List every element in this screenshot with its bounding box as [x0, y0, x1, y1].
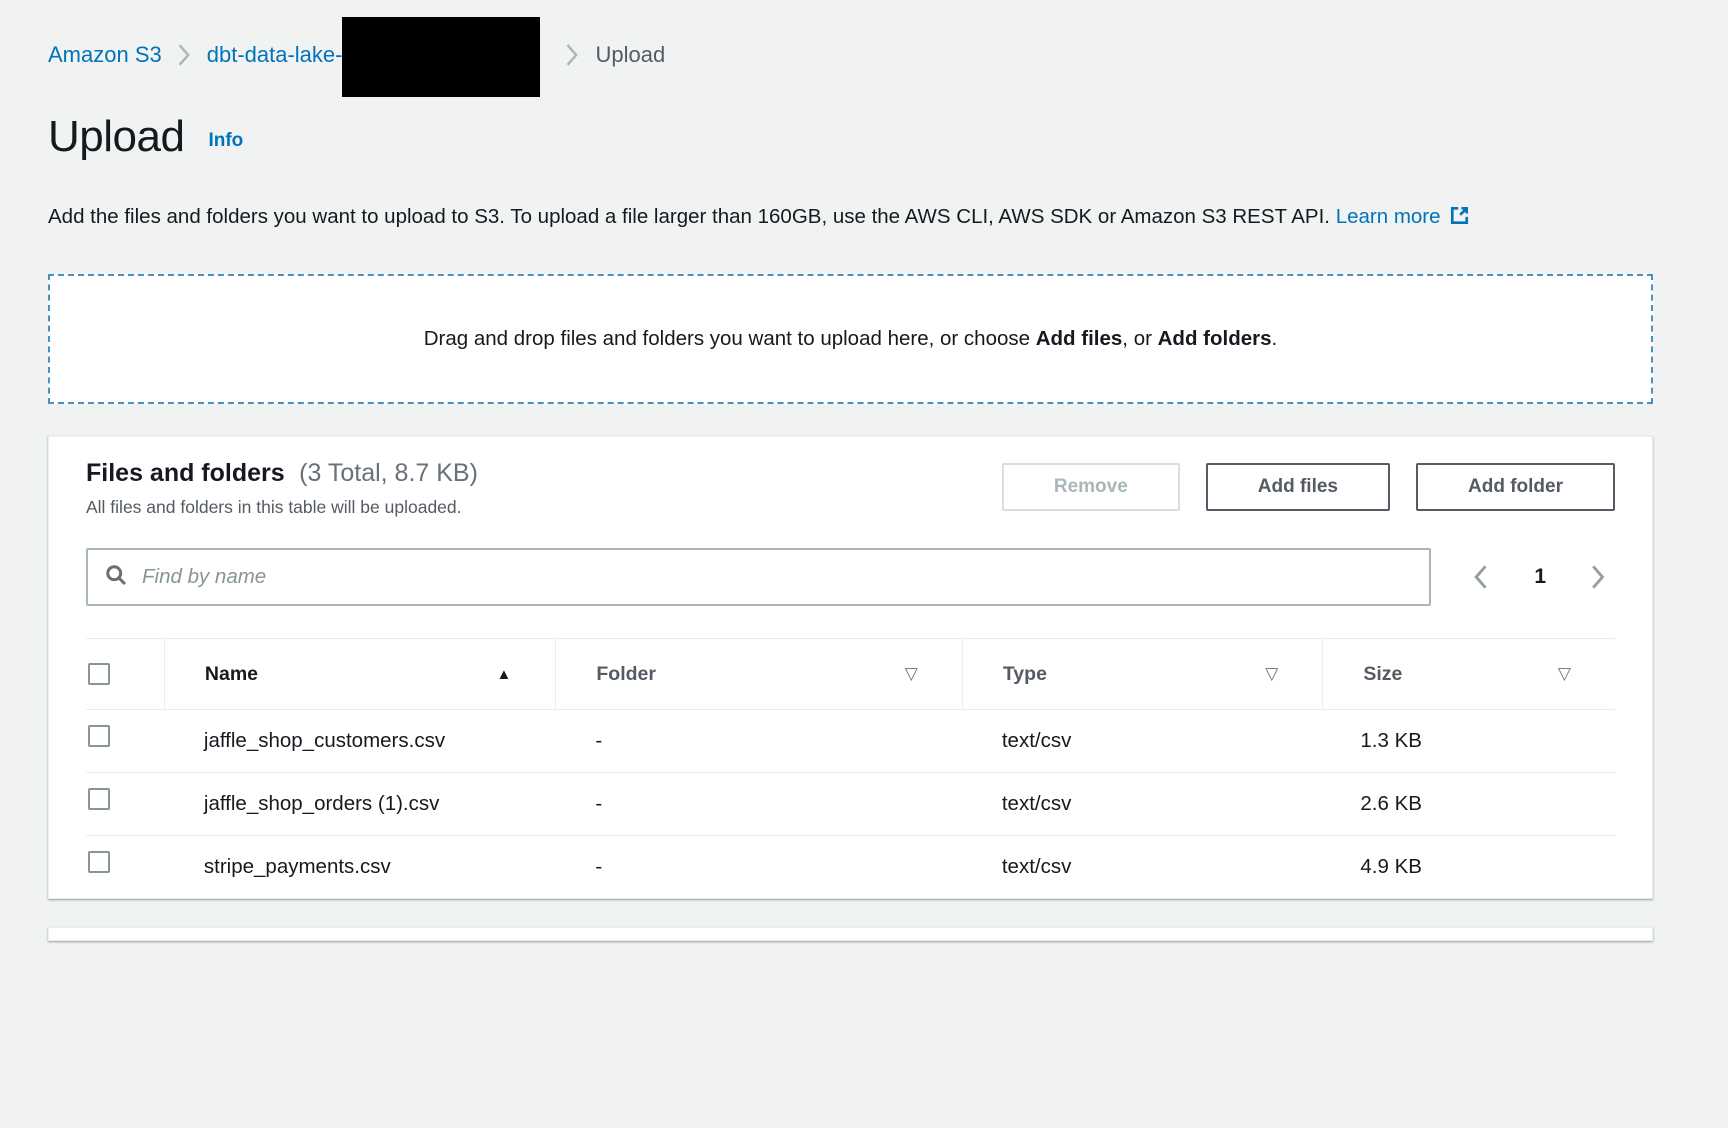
page-title: Upload — [48, 112, 184, 162]
table-body: jaffle_shop_customers.csv - text/csv 1.3… — [86, 710, 1615, 898]
column-header-folder[interactable]: Folder ▽ — [555, 639, 961, 709]
file-name: jaffle_shop_customers.csv — [204, 723, 445, 759]
dropzone-text: Drag and drop files and folders you want… — [424, 327, 1277, 351]
table-row[interactable]: stripe_payments.csv - text/csv 4.9 KB — [86, 836, 1615, 898]
column-header-type[interactable]: Type ▽ — [962, 639, 1323, 709]
select-all-checkbox[interactable] — [88, 663, 110, 685]
learn-more-label: Learn more — [1336, 205, 1441, 228]
row-checkbox[interactable] — [88, 788, 110, 810]
redaction-box — [342, 17, 540, 97]
column-header-size[interactable]: Size ▽ — [1322, 639, 1615, 709]
chevron-right-icon — [566, 44, 579, 66]
file-type: text/csv — [962, 849, 1323, 885]
page-description: Add the files and folders you want to up… — [48, 198, 1500, 238]
chevron-right-icon — [178, 44, 191, 66]
row-checkbox[interactable] — [88, 725, 110, 747]
file-type: text/csv — [962, 723, 1323, 759]
pagination: 1 — [1471, 563, 1615, 591]
pagination-next-icon[interactable] — [1588, 563, 1609, 591]
row-checkbox[interactable] — [88, 851, 110, 873]
search-box — [86, 548, 1431, 606]
files-and-folders-panel: Files and folders (3 Total, 8.7 KB) All … — [48, 436, 1653, 899]
files-table: Name ▲ Folder ▽ Type ▽ Size ▽ — [86, 638, 1615, 898]
add-files-button[interactable]: Add files — [1206, 463, 1390, 511]
panel-title: Files and folders — [86, 459, 285, 487]
pagination-page-number[interactable]: 1 — [1534, 565, 1546, 589]
sortable-icon: ▽ — [1265, 664, 1278, 684]
file-size: 4.9 KB — [1322, 849, 1615, 885]
breadcrumb-amazon-s3-link[interactable]: Amazon S3 — [48, 42, 162, 68]
pagination-previous-icon[interactable] — [1471, 563, 1492, 591]
sortable-icon: ▽ — [905, 664, 918, 684]
file-size: 2.6 KB — [1322, 786, 1615, 822]
drag-drop-zone[interactable]: Drag and drop files and folders you want… — [48, 274, 1653, 404]
learn-more-link[interactable]: Learn more — [1336, 205, 1470, 228]
file-type: text/csv — [962, 786, 1323, 822]
column-header-name[interactable]: Name ▲ — [164, 639, 555, 709]
file-name: stripe_payments.csv — [204, 849, 391, 885]
sort-ascending-icon: ▲ — [497, 666, 512, 683]
file-folder: - — [555, 849, 961, 885]
search-icon — [104, 563, 128, 592]
panel-subtitle: All files and folders in this table will… — [86, 497, 1002, 518]
file-name: jaffle_shop_orders (1).csv — [204, 786, 440, 822]
breadcrumb-current-page: Upload — [595, 42, 665, 68]
info-link[interactable]: Info — [208, 130, 243, 152]
remove-button[interactable]: Remove — [1002, 463, 1180, 511]
table-header-row: Name ▲ Folder ▽ Type ▽ Size ▽ — [86, 638, 1615, 710]
file-size: 1.3 KB — [1322, 723, 1615, 759]
file-folder: - — [555, 786, 961, 822]
external-link-icon — [1449, 201, 1470, 238]
add-folder-button[interactable]: Add folder — [1416, 463, 1615, 511]
search-input[interactable] — [142, 565, 1413, 589]
breadcrumb-bucket-link[interactable]: dbt-data-lake- — [207, 42, 343, 68]
file-folder: - — [555, 723, 961, 759]
description-text: Add the files and folders you want to up… — [48, 205, 1330, 228]
table-row[interactable]: jaffle_shop_customers.csv - text/csv 1.3… — [86, 710, 1615, 773]
next-panel-edge — [48, 927, 1653, 941]
sortable-icon: ▽ — [1558, 664, 1571, 684]
breadcrumb: Amazon S3 dbt-data-lake- Upload — [48, 0, 1653, 68]
table-row[interactable]: jaffle_shop_orders (1).csv - text/csv 2.… — [86, 773, 1615, 836]
panel-count-summary: (3 Total, 8.7 KB) — [299, 459, 478, 487]
